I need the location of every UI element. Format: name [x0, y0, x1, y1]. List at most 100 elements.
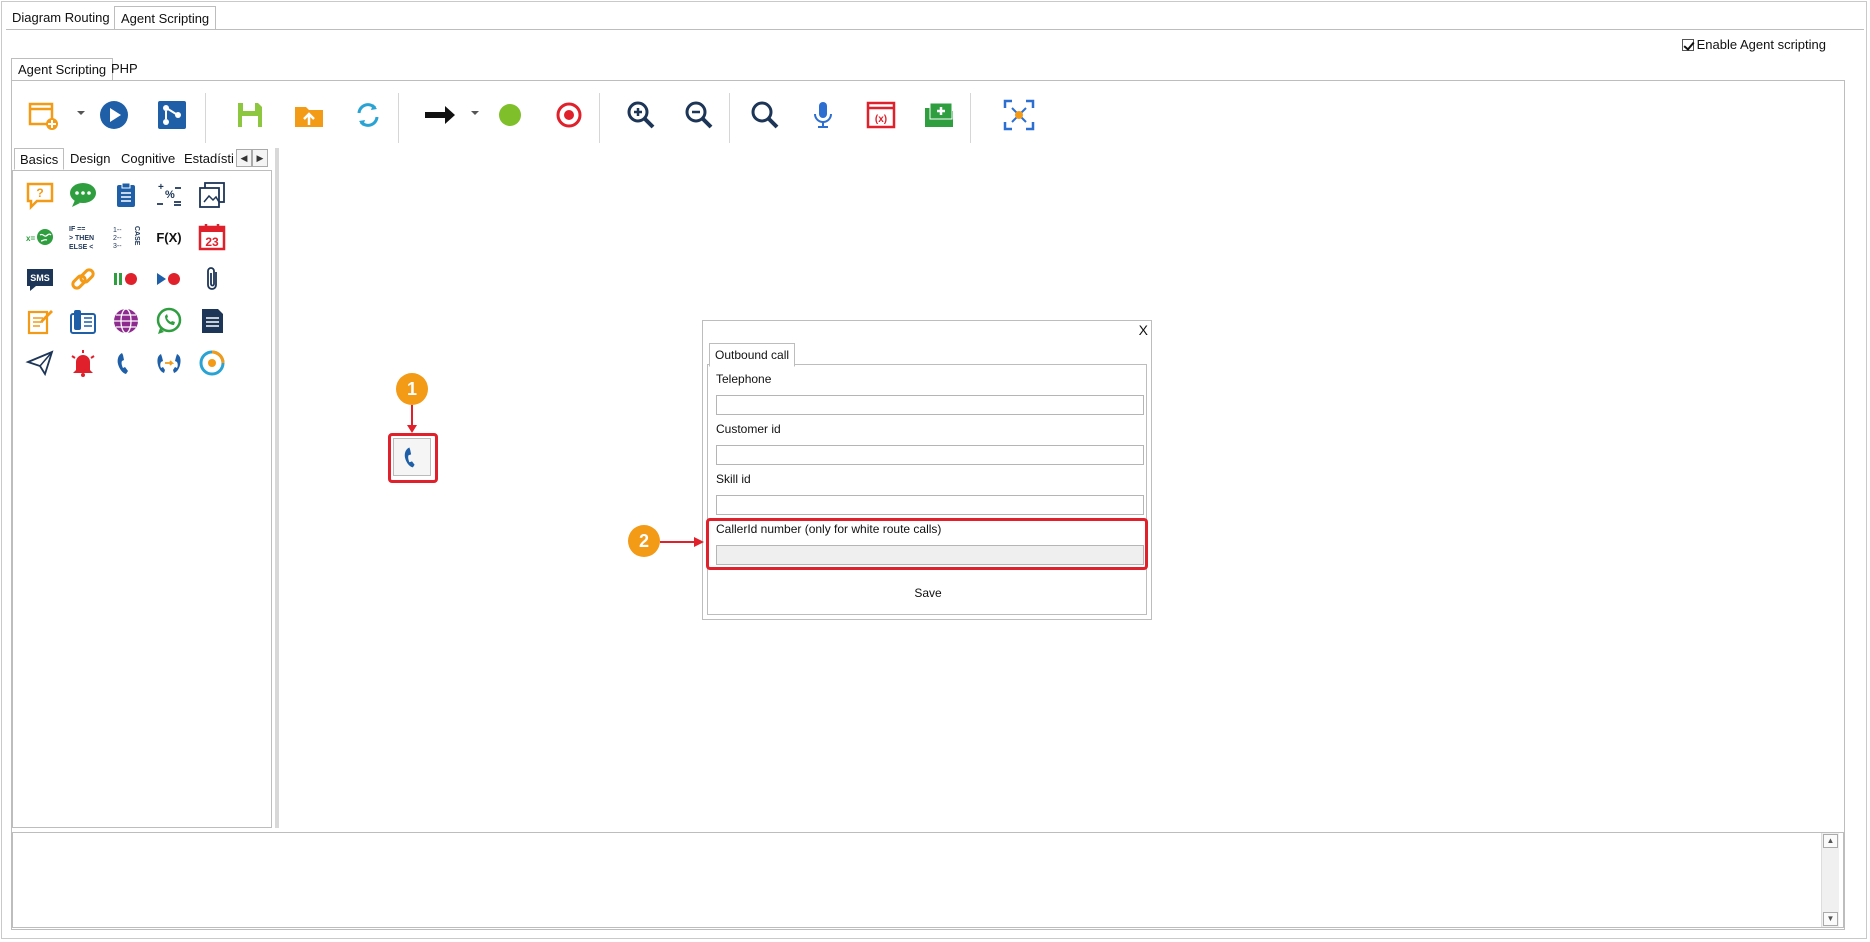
customer-id-label: Customer id — [716, 422, 781, 436]
splitter[interactable] — [275, 148, 279, 828]
microphone-icon[interactable] — [803, 95, 843, 135]
toolbar-separator — [398, 93, 399, 143]
outbound-call-dialog: X Outbound call Telephone Customer id Sk… — [702, 320, 1152, 620]
skill-id-label: Skill id — [716, 472, 751, 486]
scroll-down-icon[interactable]: ▼ — [1823, 912, 1838, 926]
save-button[interactable]: Save — [708, 586, 1148, 600]
clipboard-icon[interactable] — [109, 178, 143, 212]
attachment-icon[interactable] — [195, 262, 229, 296]
calendar-icon[interactable]: 23 — [195, 220, 229, 254]
chat-bubble-icon[interactable] — [66, 178, 100, 212]
toolbar: (x) — [12, 87, 1035, 143]
if-then-else-icon[interactable]: IF == > THEN ELSE < — [66, 220, 100, 254]
refresh-icon[interactable] — [348, 95, 388, 135]
chevron-down-icon[interactable] — [77, 111, 85, 115]
telephone-label: Telephone — [716, 372, 772, 386]
svg-text:+: + — [158, 182, 164, 193]
save-icon[interactable] — [230, 95, 270, 135]
question-bubble-icon[interactable]: ? — [23, 178, 57, 212]
telephone-input[interactable] — [716, 395, 1144, 415]
divider — [6, 29, 1864, 30]
step-badge-1: 1 — [396, 373, 428, 405]
customer-id-input[interactable] — [716, 445, 1144, 465]
svg-text:2--: 2-- — [113, 235, 122, 242]
checkbox-checked-icon[interactable] — [1681, 38, 1694, 51]
chevron-down-icon[interactable] — [471, 111, 479, 115]
variables-icon[interactable]: (x) — [861, 95, 901, 135]
step-badge-2: 2 — [628, 525, 660, 557]
palette-tab-bar: Basics Design Cognitive Estadísti ◀ ▶ — [14, 148, 270, 170]
palette-tab-cognitive[interactable]: Cognitive — [116, 148, 180, 170]
whatsapp-icon[interactable] — [152, 304, 186, 338]
images-icon[interactable] — [195, 178, 229, 212]
svg-text:SMS: SMS — [30, 273, 50, 283]
send-icon[interactable] — [23, 346, 57, 380]
toolbar-separator — [970, 93, 971, 143]
enable-agent-scripting-checkbox[interactable]: Enable Agent scripting — [1681, 37, 1826, 52]
note-icon[interactable] — [23, 304, 57, 338]
globe-variable-icon[interactable]: x= — [23, 220, 57, 254]
zoom-in-icon[interactable] — [621, 95, 661, 135]
phone-icon — [404, 447, 415, 468]
add-folder-icon[interactable] — [919, 95, 959, 135]
dialog-form: Telephone Customer id Skill id CallerId … — [707, 364, 1147, 615]
document-icon[interactable] — [195, 304, 229, 338]
svg-text:x=: x= — [26, 234, 35, 243]
web-icon[interactable] — [109, 304, 143, 338]
svg-text:3--: 3-- — [113, 243, 122, 250]
enable-agent-scripting-label: Enable Agent scripting — [1696, 37, 1826, 52]
arrow-right-icon — [660, 537, 704, 547]
sms-icon[interactable]: SMS — [23, 262, 57, 296]
palette-tab-design[interactable]: Design — [65, 148, 115, 170]
play-record-icon[interactable] — [152, 262, 186, 296]
callerid-field-highlight — [706, 518, 1148, 570]
skill-id-input[interactable] — [716, 495, 1144, 515]
new-script-icon[interactable] — [23, 95, 63, 135]
close-button[interactable]: X — [1139, 322, 1148, 338]
chevron-left-icon[interactable]: ◀ — [236, 149, 252, 167]
svg-text:1--: 1-- — [113, 227, 122, 234]
svg-text:ELSE <: ELSE < — [69, 244, 93, 251]
alarm-icon[interactable] — [66, 346, 100, 380]
svg-text:> THEN: > THEN — [69, 235, 94, 242]
arrow-connector-icon[interactable] — [420, 95, 460, 135]
link-icon[interactable] — [66, 262, 100, 296]
math-operations-icon[interactable]: +% — [152, 178, 186, 212]
case-icon[interactable]: 1-- 2-- 3-- CASE — [109, 220, 143, 254]
svg-text:?: ? — [36, 186, 43, 200]
output-console[interactable] — [12, 832, 1844, 928]
pause-record-icon[interactable] — [109, 262, 143, 296]
open-folder-icon[interactable] — [289, 95, 329, 135]
toolbar-separator — [599, 93, 600, 143]
svg-text:(x): (x) — [875, 114, 887, 125]
search-icon[interactable] — [745, 95, 785, 135]
zoom-out-icon[interactable] — [679, 95, 719, 135]
tab-inner-agent-scripting[interactable]: Agent Scripting — [11, 58, 114, 81]
red-target-icon[interactable] — [549, 95, 589, 135]
svg-text:F(X): F(X) — [156, 230, 181, 245]
svg-text:IF ==: IF == — [69, 226, 85, 233]
svg-text:CASE: CASE — [133, 226, 140, 246]
vertical-scrollbar[interactable]: ▲ ▼ — [1821, 833, 1839, 927]
toolbar-separator — [729, 93, 730, 143]
tab-outbound-call[interactable]: Outbound call — [709, 343, 796, 367]
run-icon[interactable] — [94, 95, 134, 135]
transfer-call-icon[interactable] — [152, 346, 186, 380]
arrow-down-icon — [407, 405, 417, 433]
palette-tab-basics[interactable]: Basics — [14, 148, 65, 170]
fax-phone-icon[interactable] — [66, 304, 100, 338]
scroll-up-icon[interactable]: ▲ — [1823, 834, 1838, 848]
flow-icon[interactable] — [152, 95, 192, 135]
phone-icon[interactable] — [109, 346, 143, 380]
chevron-right-icon[interactable]: ▶ — [252, 149, 268, 167]
tab-agent-scripting[interactable]: Agent Scripting — [114, 6, 217, 30]
fit-screen-icon[interactable] — [999, 95, 1039, 135]
tab-php[interactable]: PHP — [105, 58, 144, 81]
target-circle-icon[interactable] — [195, 346, 229, 380]
component-palette: ? +% x= IF == > THEN ELSE < 1-- 2-- 3-- CASE … — [12, 170, 272, 828]
function-icon[interactable]: F(X) — [152, 220, 186, 254]
green-dot-icon[interactable] — [490, 95, 530, 135]
outbound-call-node[interactable] — [393, 438, 431, 476]
tab-diagram-routing[interactable]: Diagram Routing — [6, 6, 116, 30]
toolbar-separator — [205, 93, 206, 143]
